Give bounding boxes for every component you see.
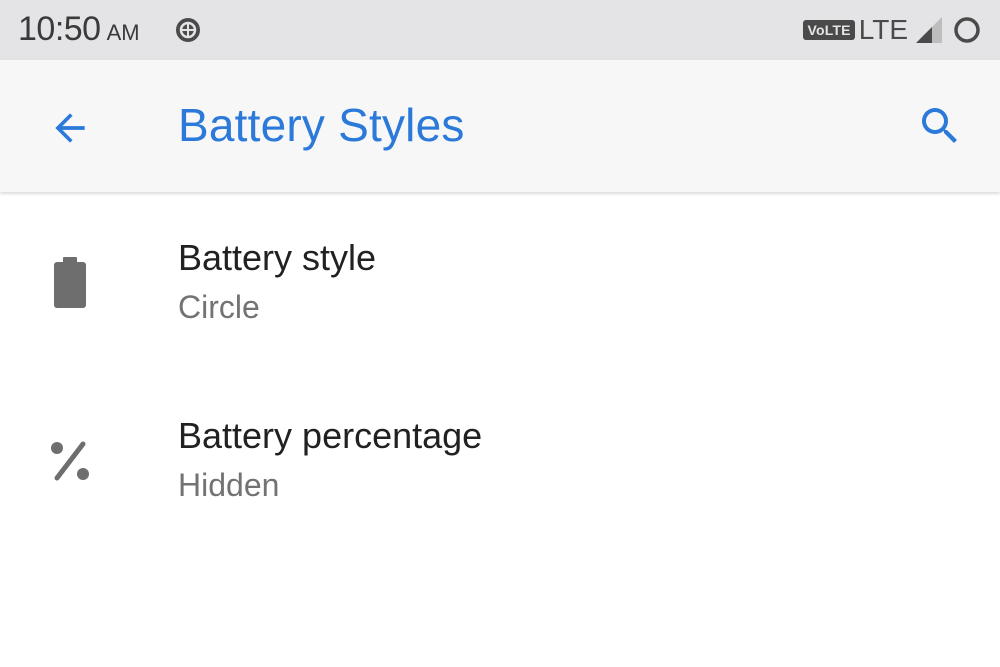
search-button[interactable] bbox=[910, 96, 970, 156]
setting-summary: Hidden bbox=[178, 467, 280, 503]
setting-title: Battery percentage bbox=[178, 415, 483, 456]
signal-strength-icon bbox=[916, 17, 942, 43]
setting-summary: Circle bbox=[178, 289, 260, 325]
status-ampm-text: AM bbox=[106, 20, 140, 45]
volte-badge: VoLTE bbox=[803, 20, 855, 40]
percent-icon bbox=[51, 441, 89, 481]
notification-icon bbox=[176, 18, 200, 42]
setting-icon-container bbox=[40, 253, 100, 313]
setting-title: Battery style bbox=[178, 237, 377, 278]
setting-battery-percentage[interactable]: Battery percentage Hidden bbox=[0, 373, 1000, 551]
app-bar: Battery Styles bbox=[0, 60, 1000, 192]
status-bar: 10:50 AM VoLTE LTE bbox=[0, 0, 1000, 60]
status-time-text: 10:50 bbox=[18, 10, 101, 48]
search-icon bbox=[922, 108, 957, 143]
status-indicators: VoLTE LTE bbox=[803, 12, 982, 48]
settings-list: Battery style Circle Battery percentage … bbox=[0, 195, 1000, 551]
page-title: Battery Styles bbox=[178, 99, 465, 151]
battery-icon bbox=[54, 257, 86, 308]
setting-icon-container bbox=[40, 431, 100, 491]
network-type-label: LTE bbox=[858, 14, 908, 45]
battery-circle-icon bbox=[954, 17, 980, 43]
back-button[interactable] bbox=[40, 98, 100, 158]
status-clock: 10:50 AM bbox=[18, 10, 140, 49]
setting-battery-style[interactable]: Battery style Circle bbox=[0, 195, 1000, 373]
arrow-back-icon bbox=[55, 113, 85, 143]
